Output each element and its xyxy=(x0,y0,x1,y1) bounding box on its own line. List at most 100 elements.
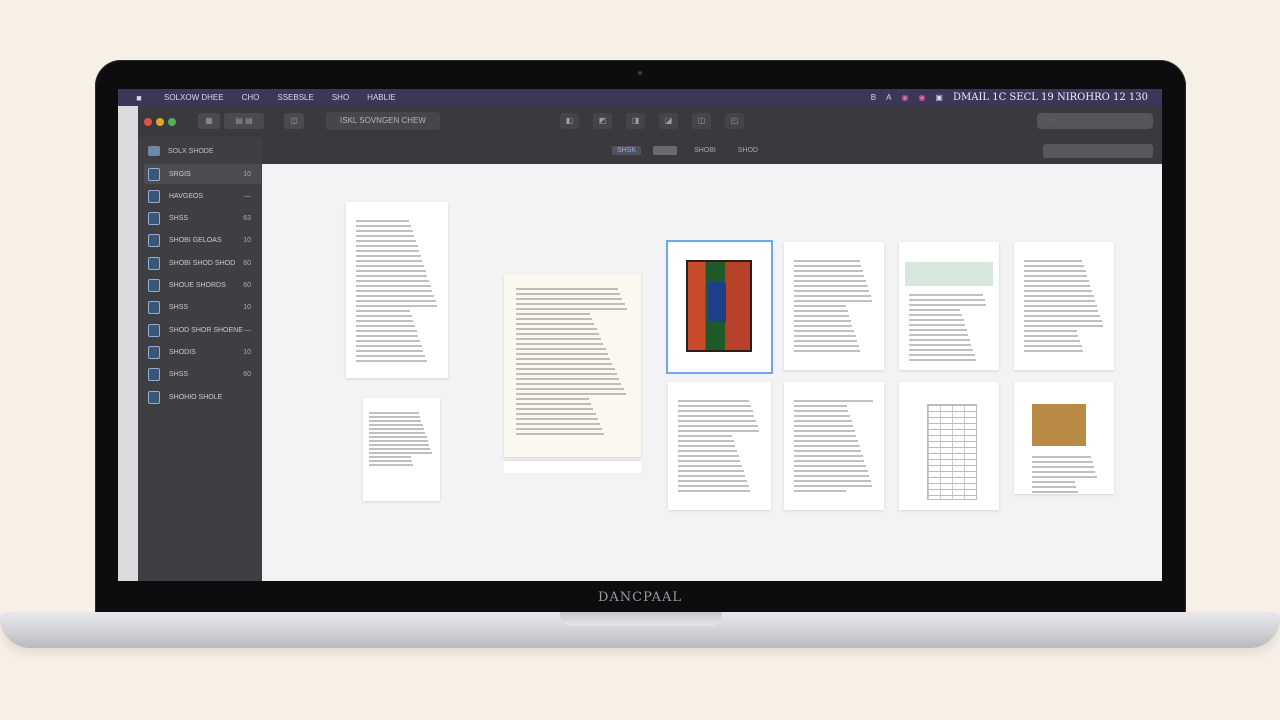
page-thumbnail[interactable] xyxy=(784,242,884,370)
text-line xyxy=(356,310,411,312)
text-line xyxy=(1024,285,1091,287)
tab-view-gallery[interactable]: SHOD xyxy=(733,146,763,155)
sidebar-item[interactable]: SHOHIO SHOLE xyxy=(144,387,261,407)
text-line xyxy=(516,368,615,370)
toolbar-search-input[interactable]: ◌ ◌ xyxy=(1037,113,1153,129)
sidebar-item-count: 10 xyxy=(243,304,251,312)
sidebar-item[interactable]: HAVGEOS — xyxy=(144,186,261,206)
text-line xyxy=(909,334,969,336)
text-line xyxy=(794,290,870,292)
page-thumbnail[interactable] xyxy=(504,274,641,457)
menu-item[interactable]: SOLXOW DHEE xyxy=(164,93,224,102)
text-line xyxy=(794,315,850,317)
text-line xyxy=(356,225,411,227)
menu-item[interactable]: SHO xyxy=(332,93,349,102)
table-figure xyxy=(927,404,977,500)
menu-item[interactable]: HABLIE xyxy=(367,93,395,102)
menu-item[interactable]: SSEBSLE xyxy=(277,93,313,102)
tool-button[interactable]: ◰ xyxy=(725,113,744,129)
sidebar-item-count: 60 xyxy=(243,259,251,267)
sidebar-item[interactable]: SRGIS 10 xyxy=(144,164,261,184)
tool-button[interactable]: ◨ xyxy=(626,113,645,129)
text-line xyxy=(516,398,589,400)
text-line xyxy=(794,400,874,402)
text-line xyxy=(1024,270,1086,272)
siri-icon[interactable]: ◉ xyxy=(901,93,908,102)
text-line xyxy=(369,448,431,450)
page-thumbnail[interactable] xyxy=(1014,242,1114,370)
menu-item[interactable]: CHO xyxy=(242,93,260,102)
text-line xyxy=(678,460,741,462)
accessibility-icon[interactable]: A xyxy=(886,93,891,102)
sidebar-item-label: SHSS xyxy=(169,371,189,379)
page-thumbnail[interactable] xyxy=(899,382,999,510)
page-thumbnail-selected[interactable] xyxy=(666,240,773,374)
page-thumbnail[interactable] xyxy=(1014,382,1114,494)
text-line xyxy=(794,295,871,297)
filter-input[interactable] xyxy=(1043,144,1153,158)
text-line xyxy=(356,320,414,322)
laptop-notch xyxy=(560,612,722,626)
text-line xyxy=(516,323,595,325)
text-line xyxy=(1032,456,1092,458)
text-line xyxy=(1032,486,1077,488)
text-line xyxy=(794,480,871,482)
bluetooth-icon[interactable]: B xyxy=(871,93,876,102)
sidebar-item-label: SHSS xyxy=(169,304,189,312)
text-line xyxy=(794,275,865,277)
tab-view-list[interactable] xyxy=(653,146,678,155)
sidebar-item[interactable]: SHOUE SHORDS 60 xyxy=(144,276,261,296)
zoom-window-button[interactable] xyxy=(168,118,176,126)
text-line xyxy=(356,245,418,247)
view-mode-button[interactable]: ▤ ▤ xyxy=(224,113,264,129)
text-line xyxy=(1024,340,1080,342)
page-thumbnail[interactable] xyxy=(668,382,771,510)
tool-button[interactable]: ◫ xyxy=(692,113,711,129)
tool-button[interactable]: ◪ xyxy=(659,113,678,129)
control-center-icon[interactable]: ◉ xyxy=(918,93,925,102)
text-line xyxy=(516,318,593,320)
sidebar-item[interactable]: SHODIS 10 xyxy=(144,342,261,362)
sidebar: SOLX SHODE SRGIS 10 HAVGEOS — SHSS 63 SHOBI GE… xyxy=(138,137,262,581)
tool-button[interactable]: ◩ xyxy=(593,113,612,129)
page-thumbnail[interactable] xyxy=(346,202,448,378)
text-line xyxy=(794,420,852,422)
sidebar-item[interactable]: SHSS 60 xyxy=(144,365,261,385)
folder-icon xyxy=(148,146,160,156)
close-window-button[interactable] xyxy=(144,118,152,126)
text-line xyxy=(794,265,862,267)
text-line xyxy=(909,314,963,316)
background-window-edge xyxy=(118,106,138,581)
tab-view-grid[interactable]: SHSK xyxy=(612,146,642,155)
menubar-clock[interactable]: DMAIL 1C SECL 19 NIROHRO 12 130 xyxy=(953,92,1148,103)
text-line xyxy=(356,280,429,282)
minimize-window-button[interactable] xyxy=(156,118,164,126)
text-line xyxy=(356,275,428,277)
page-thumbnail[interactable] xyxy=(784,382,884,510)
text-line xyxy=(1032,481,1075,483)
text-line xyxy=(356,325,416,327)
document-canvas xyxy=(262,164,1162,581)
page-thumbnail[interactable] xyxy=(899,242,999,370)
text-line xyxy=(909,329,967,331)
thumbnail-button[interactable]: ◫ xyxy=(284,113,304,129)
text-line xyxy=(516,333,599,335)
page-thumbnail[interactable] xyxy=(363,398,440,501)
sidebar-toggle-button[interactable]: ▦ xyxy=(198,113,220,129)
text-line xyxy=(356,235,415,237)
tool-button[interactable]: ◧ xyxy=(560,113,579,129)
text-line xyxy=(356,315,412,317)
tab-view-columns[interactable]: SHOBI xyxy=(689,146,721,155)
sidebar-item[interactable]: SHOBI SHOD SHOD 60 xyxy=(144,253,261,273)
sidebar-item[interactable]: SHOBI GELOAS 10 xyxy=(144,231,261,251)
text-line xyxy=(909,324,966,326)
sidebar-item[interactable]: SHSS 10 xyxy=(144,298,261,318)
sidebar-item[interactable]: SHSS 63 xyxy=(144,209,261,229)
text-line xyxy=(369,460,412,462)
system-menu-icon[interactable]: ■ xyxy=(132,93,146,103)
text-line xyxy=(356,355,425,357)
sidebar-item[interactable]: SHOD SHOR SHOENE — xyxy=(144,320,261,340)
display-icon[interactable]: ▣ xyxy=(935,93,943,102)
text-line xyxy=(794,410,849,412)
text-line xyxy=(678,430,760,432)
